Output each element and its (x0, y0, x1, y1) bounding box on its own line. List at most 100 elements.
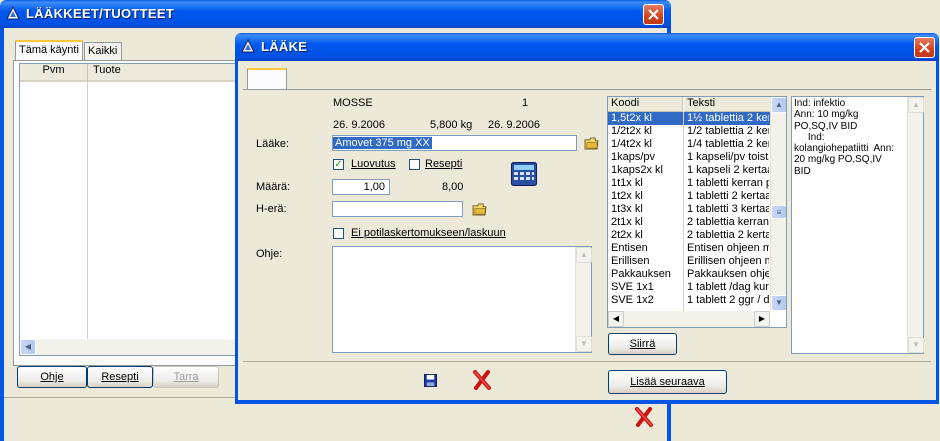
scroll-left-button[interactable]: ◀ (20, 339, 36, 355)
tarra-button-label: Tarra (173, 371, 199, 383)
dosage-text: 1 kapseli/pv toistais (687, 151, 769, 163)
dosage-code: 1kaps/pv (611, 151, 656, 163)
tab-tama-kaynti[interactable]: Tämä käynti (15, 40, 83, 60)
list-column-divider (87, 82, 88, 342)
dosage-header-teksti-label: Teksti (687, 97, 716, 109)
luovutus-checkbox[interactable]: ✓ (333, 159, 344, 170)
dosage-rows: 1,5t2x kl1½ tablettia 2 kertaa1/2t2x kl1… (608, 112, 770, 312)
scroll-up-button[interactable]: ▲ (908, 97, 924, 113)
dosage-row[interactable]: 1kaps2x kl 1 kapseli 2 kertaa (608, 164, 770, 177)
dosage-text: 2 tablettia kerran (687, 216, 769, 228)
dosage-text: 1 tablett 2 ggr / d (687, 294, 769, 306)
drug-info-line: 20 mg/kg PO,SQ,IV (794, 154, 882, 166)
resepti-checkbox[interactable] (409, 159, 420, 170)
dosage-row[interactable]: 1t2x kl 1 tabletti 2 kertaa (608, 190, 770, 203)
drug-info-line: kolangiohepatiitti Ann: (794, 143, 895, 155)
dosage-row[interactable]: Entisen Entisen ohjeen m (608, 242, 770, 255)
save-icon[interactable] (424, 374, 437, 387)
laake-field[interactable]: Amovet 375 mg XX (332, 135, 577, 151)
dosage-text: Pakkauksen ohje (687, 268, 769, 280)
scroll-up-button[interactable]: ▲ (576, 247, 592, 263)
dosage-row[interactable]: 1t3x kl 1 tabletti 3 kertaa (608, 203, 770, 216)
dosage-text: Erillisen ohjeen m (687, 255, 769, 267)
dosage-row[interactable]: Erillisen Erillisen ohjeen m (608, 255, 770, 268)
dosage-code: SVE 1x2 (611, 294, 654, 306)
scroll-down-button[interactable]: ▼ (908, 337, 924, 353)
dialog-bottom-border (235, 400, 939, 404)
laake-dialog-titlebar[interactable]: LÄÄKE (235, 33, 939, 61)
folder-icon[interactable] (472, 203, 487, 216)
dosage-text: Entisen ohjeen m (687, 242, 769, 254)
siirra-button[interactable]: Siirrä (608, 333, 677, 355)
laake-dialog-close-button[interactable] (914, 37, 935, 58)
close-icon (648, 9, 659, 20)
ohje-textarea[interactable]: ▲ ▼ (332, 246, 592, 353)
laake-field-value: Amovet 375 mg XX (333, 137, 432, 149)
scroll-down-button[interactable]: ▼ (576, 336, 592, 352)
dosage-code: 1t2x kl (611, 190, 643, 202)
cancel-x-icon[interactable] (471, 369, 493, 391)
dosage-row[interactable]: 2t2x kl 2 tablettia 2 kertaa (608, 229, 770, 242)
luovutus-label: Luovutus (351, 158, 396, 170)
dosage-text: 2 tablettia 2 kertaa (687, 229, 769, 241)
dosage-text: 1 tabletti 3 kertaa (687, 203, 769, 215)
drug-info-panel[interactable]: Ind: infektio Ann: 10 mg/kg PO,SQ,IV BID I… (791, 96, 924, 354)
folder-icon[interactable] (584, 137, 599, 150)
drug-info-line: Ind: (794, 131, 825, 143)
dosage-row[interactable]: 1/4t2x kl 1/4 tablettia 2 kertaa (608, 138, 770, 151)
back-window-close-button[interactable] (643, 4, 664, 25)
dialog-right-border (936, 61, 939, 404)
tab-kaikki[interactable]: Kaikki (84, 42, 122, 60)
dosage-row[interactable]: 1/2t2x kl 1/2 tablettia 2 kertaa (608, 125, 770, 138)
tarra-button[interactable]: Tarra (153, 366, 219, 388)
laake-label: Lääke: (256, 138, 290, 150)
column-header-tuote-label: Tuote (93, 64, 121, 76)
column-header-pvm[interactable]: Pvm (20, 64, 88, 82)
ei-potilas-checkbox[interactable] (333, 228, 344, 239)
dosage-row[interactable]: 1,5t2x kl 1½ tablettia 2 kertaa (608, 112, 770, 125)
scroll-left-button[interactable]: ◀ (608, 311, 624, 327)
scroll-up-button[interactable]: ▲ (771, 97, 786, 113)
dialog-left-border (235, 61, 238, 404)
dosage-code: Pakkauksen (611, 268, 671, 280)
resepti-button-label: Resepti (101, 371, 139, 383)
dosage-row[interactable]: SVE 1x1 1 tablett /dag kur (608, 281, 770, 294)
dosage-code: 2t2x kl (611, 229, 643, 241)
ohje-button[interactable]: Ohje (17, 366, 87, 388)
dosage-column-divider (683, 112, 684, 312)
ohje-scrollbar[interactable]: ▲ ▼ (575, 247, 592, 352)
scroll-thumb[interactable]: ≡ (771, 205, 786, 219)
info-scrollbar[interactable]: ▲ ▼ (907, 97, 924, 353)
dosage-row[interactable]: SVE 1x2 1 tablett 2 ggr / d (608, 294, 770, 307)
dosage-row[interactable]: 1t1x kl 1 tabletti kerran p (608, 177, 770, 190)
dosage-table[interactable]: Koodi Teksti 1,5t2x kl 1½ tablettia 2 ker… (607, 96, 787, 328)
maara-field[interactable]: 1,00 (332, 179, 390, 195)
close-icon (919, 42, 930, 53)
dosage-header-teksti[interactable]: Teksti (684, 97, 770, 112)
patient-weight: 5,800 kg (430, 119, 473, 131)
dosage-code: 1t3x kl (611, 203, 643, 215)
dosage-vscrollbar[interactable]: ▲ ≡ ▼ (770, 97, 786, 311)
lisaa-seuraava-button[interactable]: Lisää seuraava (608, 370, 727, 394)
product-list[interactable]: Pvm Tuote ◀ (19, 63, 249, 356)
patient-number: 1 (522, 97, 529, 109)
back-cancel-x-icon[interactable] (633, 406, 655, 428)
dialog-tab[interactable] (247, 68, 287, 90)
product-list-hscrollbar[interactable]: ◀ (20, 339, 248, 355)
calculator-icon[interactable] (511, 162, 537, 186)
resepti-button[interactable]: Resepti (87, 366, 153, 388)
back-window-titlebar[interactable]: LÄÄKKEET/TUOTTEET (0, 0, 671, 28)
dosage-row[interactable]: 1kaps/pv 1 kapseli/pv toistais (608, 151, 770, 164)
tab-kaikki-label: Kaikki (88, 45, 118, 57)
dosage-hscrollbar[interactable]: ◀ ▶ (608, 311, 770, 327)
scroll-down-button[interactable]: ▼ (771, 295, 786, 311)
scroll-right-button[interactable]: ▶ (754, 311, 770, 327)
dosage-header-koodi[interactable]: Koodi (608, 97, 683, 112)
maara-label: Määrä: (256, 181, 291, 193)
dosage-row[interactable]: 2t1x kl 2 tablettia kerran (608, 216, 770, 229)
dosage-text: 1/4 tablettia 2 kertaa (687, 138, 769, 150)
hera-field[interactable] (332, 201, 463, 217)
column-header-tuote[interactable]: Tuote (88, 64, 248, 82)
dosage-text: 1 kapseli 2 kertaa (687, 164, 769, 176)
dosage-row[interactable]: Pakkauksen Pakkauksen ohje (608, 268, 770, 281)
